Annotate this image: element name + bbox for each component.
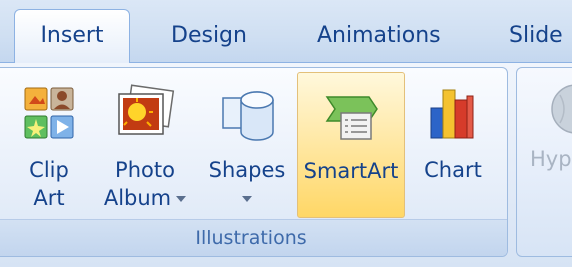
illustrations-group-label: Illustrations: [0, 219, 507, 256]
chevron-down-icon: [176, 196, 187, 202]
ribbon-tab-strip: Insert Design Animations Slide: [0, 0, 572, 63]
clip-art-button[interactable]: Clip Art: [13, 72, 85, 218]
photo-album-icon: [118, 84, 175, 135]
chart-button[interactable]: Chart: [411, 72, 495, 218]
tab-slide-show[interactable]: Slide: [509, 10, 563, 62]
hyperlink-label[interactable]: Hyp: [530, 147, 572, 171]
photo-album-button[interactable]: Photo Album: [99, 72, 191, 218]
chart-label: Chart: [424, 158, 482, 182]
tab-insert[interactable]: Insert: [14, 9, 130, 63]
smartart-icon: [325, 96, 378, 140]
shapes-icon: [222, 91, 274, 141]
illustrations-group: Clip Art Photo Album Shapes SmartArt Cha…: [0, 67, 508, 257]
smartart-label: SmartArt: [303, 159, 399, 183]
hyperlink-globe-icon: [551, 84, 572, 134]
photo-album-label: Photo Album: [99, 156, 191, 212]
smartart-button[interactable]: SmartArt: [297, 72, 405, 218]
clip-art-label: Clip Art: [29, 158, 69, 210]
clip-art-icon: [24, 87, 74, 139]
ribbon-panel: Clip Art Photo Album Shapes SmartArt Cha…: [0, 62, 572, 267]
shapes-button[interactable]: Shapes: [205, 72, 289, 218]
tab-design[interactable]: Design: [171, 10, 247, 62]
chart-icon: [430, 89, 474, 139]
chevron-down-icon: [242, 196, 252, 202]
shapes-label: Shapes: [205, 156, 289, 212]
tab-animations[interactable]: Animations: [317, 10, 441, 62]
